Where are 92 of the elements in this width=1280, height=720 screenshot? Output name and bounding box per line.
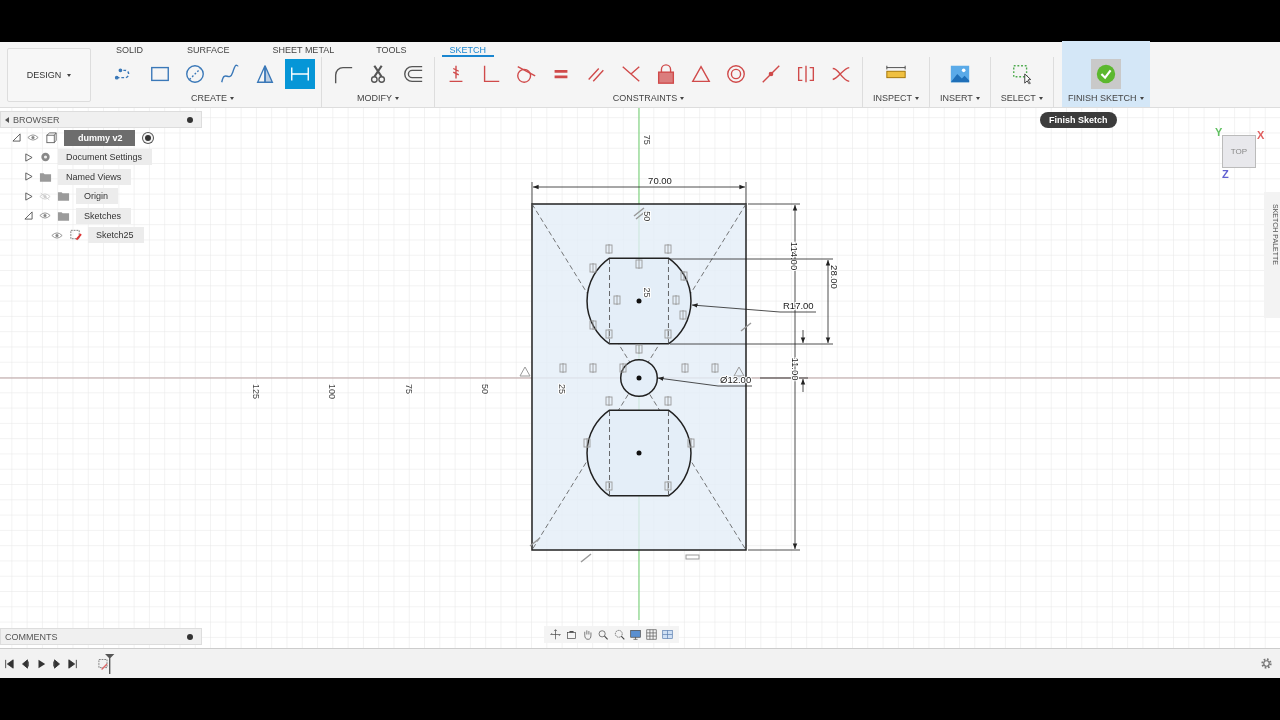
panel-title: COMMENTS [5,631,59,642]
caret-icon [1139,96,1144,100]
caret-icon [67,73,72,77]
tool-group-menu[interactable]: CREATE [191,91,234,105]
caret-icon [680,96,685,100]
offset-icon [402,63,424,85]
caret-icon [1038,96,1043,100]
tool-group-menu[interactable]: MODIFY [357,91,399,105]
tool-group-menu[interactable]: INSPECT [873,91,919,105]
tool-group-menu[interactable]: CONSTRAINTS [612,91,685,105]
eye-icon[interactable] [27,133,39,143]
folder-icon [57,209,70,222]
expand-toggle-icon[interactable] [24,152,33,162]
tool-group-menu[interactable]: INSERT [940,91,980,105]
tooltip: Finish Sketch [1040,112,1117,128]
gear-icon [39,151,52,164]
ruler-label: 100 [327,384,338,400]
expand-toggle-icon[interactable] [24,191,33,201]
tool-group-menu[interactable]: SELECT [1000,91,1043,105]
folder-icon [57,190,70,203]
grid-icon[interactable] [646,629,657,640]
midpoint-icon [760,63,782,85]
tree-item[interactable]: Document Settings [58,149,153,166]
toolbar-tab[interactable]: SHEET METAL [272,43,335,56]
display-icon[interactable] [630,629,641,640]
tangent-icon [515,63,537,85]
ruler-label: 25 [556,384,567,394]
step-forward-icon[interactable] [52,658,62,669]
expand-toggle-icon[interactable] [24,211,33,221]
expand-toggle-icon[interactable] [24,172,33,182]
tree-item[interactable]: Sketch25 [88,227,144,244]
ruler-label: 75 [642,134,652,145]
image-icon [948,63,971,85]
ruler-label: 25 [642,287,652,298]
viewports-icon[interactable] [662,629,673,640]
tree-item[interactable]: Origin [76,188,118,205]
skip-back-icon[interactable] [4,658,14,669]
box-icon [45,131,58,144]
hand-icon[interactable] [582,629,593,640]
mirror-icon [254,63,276,85]
toolbar-tab[interactable]: TOOLS [376,43,407,56]
panel-title: BROWSER [13,114,61,125]
axis-label: Z [1222,168,1229,180]
toolbar-tab[interactable]: SOLID [116,43,143,56]
caret-icon [975,96,980,100]
tool-group-menu[interactable]: FINISH SKETCH [1068,91,1144,105]
skip-forward-icon[interactable] [68,658,78,669]
crossed-lines-icon [620,63,642,85]
axis-label: X [1257,129,1265,141]
spline-icon [219,63,241,85]
caret-icon [229,96,234,100]
step-back-icon[interactable] [20,658,30,669]
caret-icon [915,96,919,100]
checkmark-icon [1094,63,1117,85]
dimension-value: 70.00 [648,175,672,186]
ruler-label: 50 [480,384,491,394]
concentric-icon [725,63,747,85]
dimension-value: 11.00 [790,357,801,381]
axis-label: Y [1215,126,1223,138]
settings-icon[interactable] [1261,658,1272,669]
zoom-icon[interactable] [598,629,609,640]
orbit-icon[interactable] [550,629,561,640]
checkmark-tool-button[interactable] [1090,59,1121,89]
eye-icon[interactable] [39,211,51,221]
lock-icon [655,63,677,85]
dimension-value: 114.00 [789,241,800,271]
dimension-value: 28.00 [829,265,840,289]
pin-icon[interactable] [187,633,193,640]
radio-icon[interactable] [144,134,151,141]
dimension-tool-button[interactable] [285,59,315,89]
sketch-icon [69,229,82,242]
circle-icon [184,63,206,85]
camera-icon[interactable] [566,629,577,640]
toolbar-tab[interactable]: SURFACE [187,43,230,56]
toolbar-tab[interactable]: SKETCH [441,42,495,57]
pin-icon[interactable] [187,116,193,123]
play-icon[interactable] [36,658,46,669]
expand-toggle-icon[interactable] [12,133,21,143]
folder-icon [39,170,52,183]
caret-icon [395,96,399,100]
triangle-icon [690,63,712,85]
collapse-icon[interactable] [5,116,9,123]
dimension-value: R17.00 [783,300,814,311]
ruler-label: 75 [403,384,414,394]
zoom-window-icon[interactable] [614,629,625,640]
symmetry-icon [795,63,817,85]
eye-icon[interactable] [51,230,63,240]
workspace-menu-button[interactable]: DESIGN [7,48,91,102]
ruler-label: 50 [642,211,652,222]
timeline-marker-icon[interactable] [98,653,116,674]
ruler-label: 125 [251,384,261,400]
selection-icon [1010,63,1033,85]
